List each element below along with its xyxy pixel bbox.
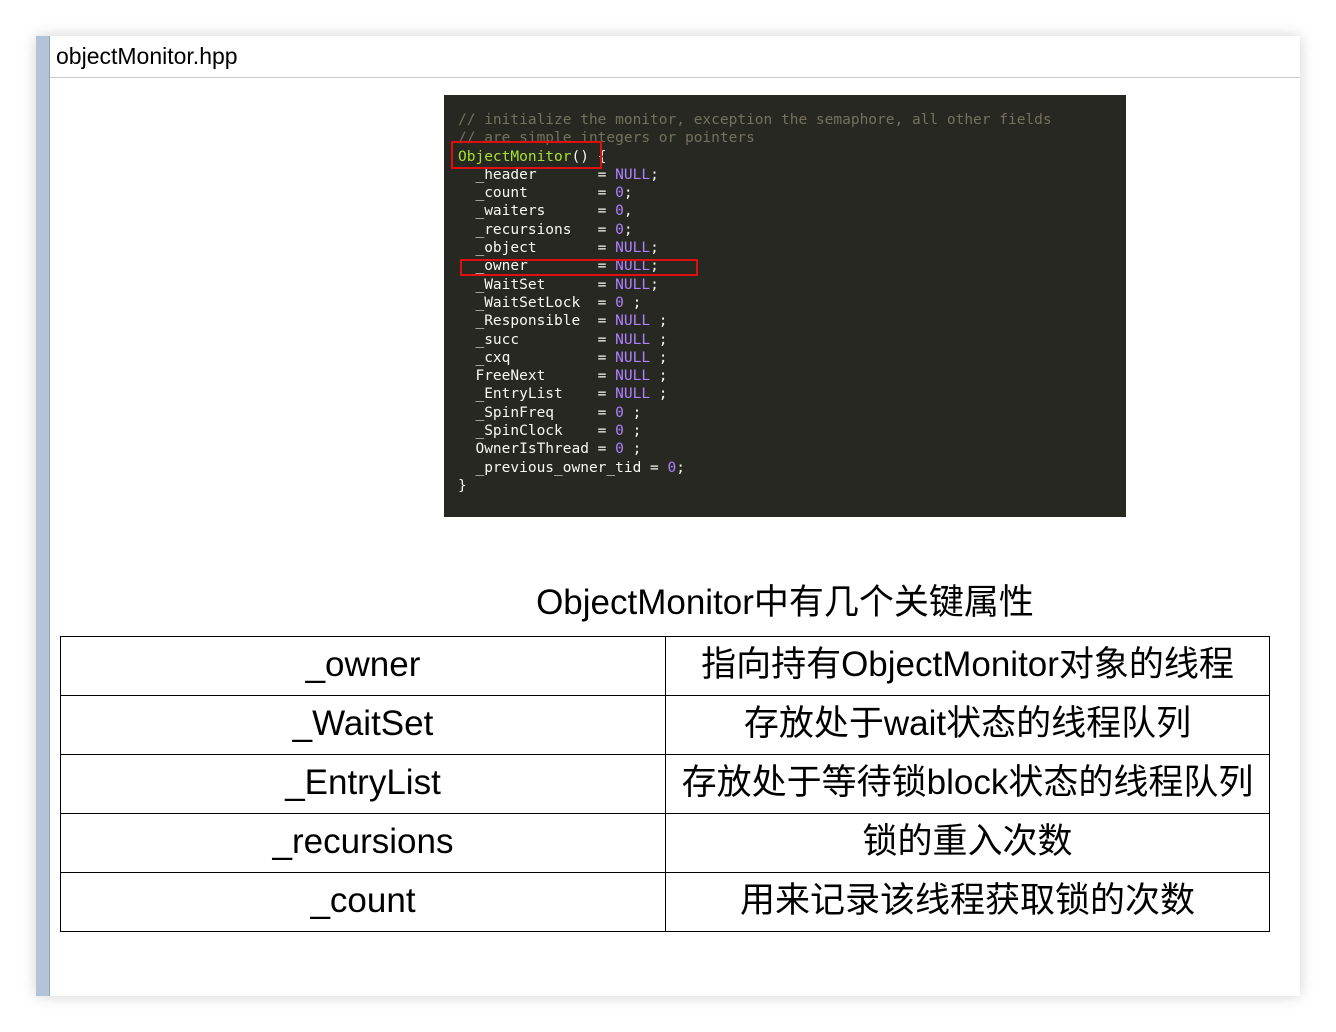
code-token: 0	[615, 221, 624, 238]
code-token: NULL	[615, 386, 651, 403]
table-row: _recursions 锁的重入次数	[60, 813, 1270, 873]
code-token: ;	[623, 423, 642, 440]
code-token: ;	[650, 349, 668, 366]
property-name-cell: _count	[60, 872, 666, 932]
code-line: // initialize the monitor, exception the…	[458, 111, 1052, 129]
code-token: _SpinFreq =	[458, 404, 616, 421]
code-token: NULL	[615, 166, 651, 183]
property-desc-cell: 用来记录该线程获取锁的次数	[665, 872, 1270, 932]
document-title: objectMonitor.hpp	[56, 43, 238, 69]
code-token: ;	[623, 404, 642, 421]
code-token: ;	[623, 221, 633, 238]
table-row: _count 用来记录该线程获取锁的次数	[60, 872, 1270, 932]
code-token: ,	[623, 203, 633, 220]
code-line: }	[458, 477, 1052, 495]
code-line: FreeNext = NULL ;	[458, 367, 1052, 385]
code-token: _header =	[458, 166, 616, 183]
code-token: ;	[650, 276, 659, 293]
code-token: NULL	[615, 240, 651, 257]
code-line: _WaitSet = NULL;	[458, 276, 1052, 294]
code-token: ;	[623, 441, 642, 458]
code-token: 0	[615, 404, 624, 421]
document-window: objectMonitor.hpp // initialize the moni…	[36, 36, 1300, 996]
property-desc-cell: 存放处于等待锁block状态的线程队列	[665, 754, 1270, 814]
code-line: _object = NULL;	[458, 239, 1052, 257]
code-token: NULL	[615, 313, 651, 330]
code-token: ;	[650, 240, 659, 257]
code-token: ;	[650, 166, 659, 183]
code-line: _waiters = 0,	[458, 202, 1052, 220]
code-token: _previous_owner_tid =	[458, 459, 668, 476]
code-line: OwnerIsThread = 0 ;	[458, 440, 1052, 458]
code-token: 0	[615, 441, 624, 458]
code-screenshot: // initialize the monitor, exception the…	[444, 95, 1126, 517]
code-line: _EntryList = NULL ;	[458, 385, 1052, 403]
code-line: _SpinFreq = 0 ;	[458, 404, 1052, 422]
code-token: ;	[623, 294, 642, 311]
code-token: ;	[650, 331, 668, 348]
code-token: 0	[667, 459, 677, 476]
code-token: NULL	[615, 349, 651, 366]
code-line: _count = 0;	[458, 184, 1052, 202]
document-content[interactable]: // initialize the monitor, exception the…	[50, 78, 1300, 996]
code-token: 0	[615, 294, 624, 311]
code-token: _waiters =	[458, 203, 616, 220]
code-token: _recursions =	[458, 221, 616, 238]
highlight-constructor-box	[451, 141, 602, 169]
highlight-owner-box	[460, 259, 698, 276]
title-bar: objectMonitor.hpp	[50, 36, 1300, 78]
table-row: _EntryList 存放处于等待锁block状态的线程队列	[60, 754, 1270, 814]
code-line: _WaitSetLock = 0 ;	[458, 294, 1052, 312]
property-name-cell: _recursions	[60, 813, 666, 873]
section-caption: ObjectMonitor中有几个关键属性	[536, 583, 1034, 622]
code-token: NULL	[615, 331, 651, 348]
code-token: _Responsible =	[458, 313, 616, 330]
property-name-cell: _WaitSet	[60, 695, 666, 755]
code-token: NULL	[615, 368, 651, 385]
code-token: _count =	[458, 185, 616, 202]
code-line: _previous_owner_tid = 0;	[458, 459, 1052, 477]
code-line: _SpinClock = 0 ;	[458, 422, 1052, 440]
code-token: OwnerIsThread =	[458, 441, 616, 458]
code-token: _cxq =	[458, 349, 616, 366]
code-line: _Responsible = NULL ;	[458, 312, 1052, 330]
code-token: FreeNext =	[458, 368, 616, 385]
code-token: _succ =	[458, 331, 616, 348]
code-token: 0	[615, 203, 624, 220]
property-desc-cell: 指向持有ObjectMonitor对象的线程	[665, 636, 1270, 696]
code-token: ;	[623, 185, 633, 202]
code-token: // initialize the monitor, exception the…	[458, 112, 1052, 128]
code-token: _SpinClock =	[458, 423, 616, 440]
code-line: _succ = NULL ;	[458, 331, 1052, 349]
left-margin-bar	[36, 36, 50, 996]
table-row: _WaitSet 存放处于wait状态的线程队列	[60, 695, 1270, 755]
code-token: _object =	[458, 240, 616, 257]
property-desc-cell: 锁的重入次数	[665, 813, 1270, 873]
property-name-cell: _owner	[60, 636, 666, 696]
code-token: _EntryList =	[458, 386, 616, 403]
code-token: 0	[615, 185, 624, 202]
code-token: ;	[676, 459, 685, 476]
code-line: _recursions = 0;	[458, 221, 1052, 239]
code-token: 0	[615, 423, 624, 440]
code-token: ;	[650, 368, 668, 385]
property-name-cell: _EntryList	[60, 754, 666, 814]
property-desc-cell: 存放处于wait状态的线程队列	[665, 695, 1270, 755]
code-token: ;	[650, 386, 668, 403]
properties-table: _owner 指向持有ObjectMonitor对象的线程 _WaitSet 存放处于…	[60, 636, 1270, 932]
table-row: _owner 指向持有ObjectMonitor对象的线程	[60, 636, 1270, 696]
code-token: _WaitSetLock =	[458, 294, 616, 311]
code-token: NULL	[615, 276, 651, 293]
code-token: _WaitSet =	[458, 276, 616, 293]
code-line: _cxq = NULL ;	[458, 349, 1052, 367]
code-token: ;	[650, 313, 668, 330]
code-token: }	[458, 477, 467, 494]
